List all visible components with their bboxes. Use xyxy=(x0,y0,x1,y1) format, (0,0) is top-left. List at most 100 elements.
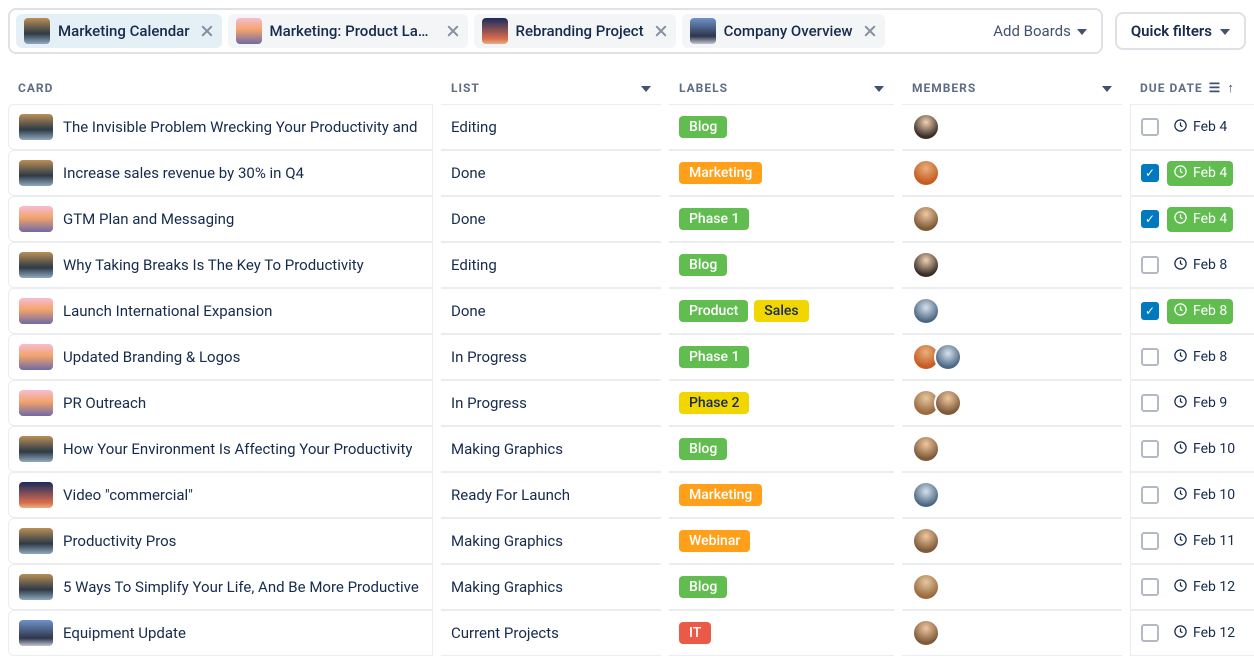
complete-checkbox[interactable] xyxy=(1141,624,1159,642)
card-cell[interactable]: Equipment Update xyxy=(8,610,433,656)
label-badge[interactable]: Product xyxy=(679,300,748,322)
column-header-due-date[interactable]: DUE DATE ☰ ↑ xyxy=(1130,72,1254,104)
list-cell[interactable]: Done xyxy=(441,150,661,196)
close-icon[interactable] xyxy=(654,24,668,38)
due-date-badge[interactable]: Feb 4 xyxy=(1167,115,1233,140)
list-cell[interactable]: Making Graphics xyxy=(441,518,661,564)
close-icon[interactable] xyxy=(446,24,460,38)
labels-cell[interactable]: Webinar xyxy=(669,518,894,564)
labels-cell[interactable]: IT xyxy=(669,610,894,656)
complete-checkbox[interactable] xyxy=(1141,210,1159,228)
due-date-badge[interactable]: Feb 8 xyxy=(1167,345,1233,370)
label-badge[interactable]: Phase 2 xyxy=(679,392,749,414)
labels-cell[interactable]: Blog xyxy=(669,426,894,472)
card-cell[interactable]: Video "commercial" xyxy=(8,472,433,518)
label-badge[interactable]: Marketing xyxy=(679,484,762,506)
members-cell[interactable] xyxy=(902,518,1122,564)
label-badge[interactable]: Webinar xyxy=(679,530,750,552)
members-cell[interactable] xyxy=(902,472,1122,518)
labels-cell[interactable]: Blog xyxy=(669,564,894,610)
list-cell[interactable]: Making Graphics xyxy=(441,426,661,472)
due-date-cell[interactable]: Feb 4 xyxy=(1130,104,1254,150)
column-header-labels[interactable]: LABELS xyxy=(669,72,894,104)
close-icon[interactable] xyxy=(863,24,877,38)
members-cell[interactable] xyxy=(902,196,1122,242)
card-cell[interactable]: The Invisible Problem Wrecking Your Prod… xyxy=(8,104,433,150)
avatar[interactable] xyxy=(912,527,940,555)
complete-checkbox[interactable] xyxy=(1141,486,1159,504)
avatar[interactable] xyxy=(912,297,940,325)
complete-checkbox[interactable] xyxy=(1141,118,1159,136)
label-badge[interactable]: Marketing xyxy=(679,162,762,184)
card-cell[interactable]: GTM Plan and Messaging xyxy=(8,196,433,242)
due-date-badge[interactable]: Feb 8 xyxy=(1167,253,1233,278)
members-cell[interactable] xyxy=(902,380,1122,426)
list-cell[interactable]: In Progress xyxy=(441,334,661,380)
due-date-badge[interactable]: Feb 12 xyxy=(1167,575,1241,600)
list-cell[interactable]: Making Graphics xyxy=(441,564,661,610)
label-badge[interactable]: Blog xyxy=(679,576,727,598)
due-date-badge[interactable]: Feb 9 xyxy=(1167,391,1233,416)
labels-cell[interactable]: Phase 2 xyxy=(669,380,894,426)
due-date-badge[interactable]: Feb 11 xyxy=(1167,529,1241,554)
column-header-card[interactable]: CARD xyxy=(8,72,433,104)
add-boards-button[interactable]: Add Boards xyxy=(985,18,1095,44)
members-cell[interactable] xyxy=(902,104,1122,150)
members-cell[interactable] xyxy=(902,288,1122,334)
due-date-cell[interactable]: Feb 12 xyxy=(1130,564,1254,610)
due-date-badge[interactable]: Feb 8 xyxy=(1167,299,1233,324)
due-date-badge[interactable]: Feb 4 xyxy=(1167,207,1233,232)
due-date-cell[interactable]: Feb 10 xyxy=(1130,472,1254,518)
board-tab[interactable]: Rebranding Project xyxy=(474,14,676,48)
due-date-cell[interactable]: Feb 11 xyxy=(1130,518,1254,564)
complete-checkbox[interactable] xyxy=(1141,164,1159,182)
column-header-members[interactable]: MEMBERS xyxy=(902,72,1122,104)
complete-checkbox[interactable] xyxy=(1141,578,1159,596)
label-badge[interactable]: Sales xyxy=(754,300,808,322)
card-cell[interactable]: 5 Ways To Simplify Your Life, And Be Mor… xyxy=(8,564,433,610)
label-badge[interactable]: Phase 1 xyxy=(679,208,749,230)
label-badge[interactable]: Phase 1 xyxy=(679,346,749,368)
avatar[interactable] xyxy=(934,343,962,371)
avatar[interactable] xyxy=(912,573,940,601)
complete-checkbox[interactable] xyxy=(1141,256,1159,274)
labels-cell[interactable]: Blog xyxy=(669,104,894,150)
due-date-cell[interactable]: Feb 8 xyxy=(1130,334,1254,380)
board-tab[interactable]: Marketing Calendar xyxy=(16,14,222,48)
avatar[interactable] xyxy=(912,481,940,509)
label-badge[interactable]: Blog xyxy=(679,116,727,138)
card-cell[interactable]: PR Outreach xyxy=(8,380,433,426)
avatar[interactable] xyxy=(912,619,940,647)
due-date-cell[interactable]: Feb 8 xyxy=(1130,242,1254,288)
list-cell[interactable]: Editing xyxy=(441,242,661,288)
avatar[interactable] xyxy=(912,435,940,463)
due-date-badge[interactable]: Feb 12 xyxy=(1167,621,1241,646)
due-date-cell[interactable]: Feb 8 xyxy=(1130,288,1254,334)
list-cell[interactable]: Done xyxy=(441,288,661,334)
labels-cell[interactable]: Phase 1 xyxy=(669,334,894,380)
label-badge[interactable]: Blog xyxy=(679,254,727,276)
list-cell[interactable]: Editing xyxy=(441,104,661,150)
due-date-cell[interactable]: Feb 4 xyxy=(1130,196,1254,242)
list-cell[interactable]: Ready For Launch xyxy=(441,472,661,518)
list-cell[interactable]: Done xyxy=(441,196,661,242)
members-cell[interactable] xyxy=(902,150,1122,196)
card-cell[interactable]: How Your Environment Is Affecting Your P… xyxy=(8,426,433,472)
due-date-cell[interactable]: Feb 10 xyxy=(1130,426,1254,472)
board-tab[interactable]: Marketing: Product Lau… xyxy=(228,14,468,48)
list-cell[interactable]: Current Projects xyxy=(441,610,661,656)
complete-checkbox[interactable] xyxy=(1141,394,1159,412)
labels-cell[interactable]: Product Sales xyxy=(669,288,894,334)
members-cell[interactable] xyxy=(902,610,1122,656)
due-date-cell[interactable]: Feb 4 xyxy=(1130,150,1254,196)
complete-checkbox[interactable] xyxy=(1141,440,1159,458)
avatar[interactable] xyxy=(912,159,940,187)
due-date-cell[interactable]: Feb 12 xyxy=(1130,610,1254,656)
avatar[interactable] xyxy=(934,389,962,417)
avatar[interactable] xyxy=(912,113,940,141)
labels-cell[interactable]: Marketing xyxy=(669,150,894,196)
card-cell[interactable]: Why Taking Breaks Is The Key To Producti… xyxy=(8,242,433,288)
card-cell[interactable]: Launch International Expansion xyxy=(8,288,433,334)
card-cell[interactable]: Productivity Pros xyxy=(8,518,433,564)
quick-filters-button[interactable]: Quick filters xyxy=(1115,12,1246,50)
